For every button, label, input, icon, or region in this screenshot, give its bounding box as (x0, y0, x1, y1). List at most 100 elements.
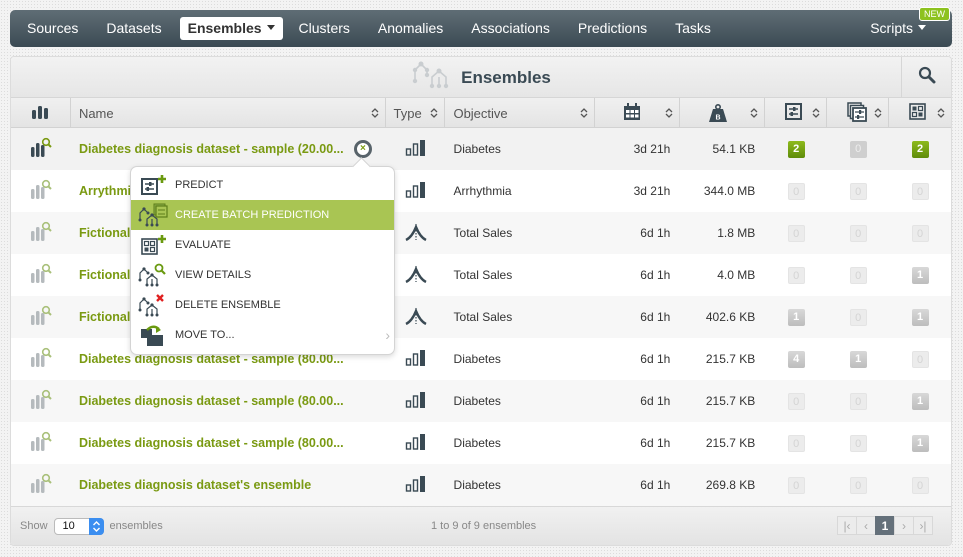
menu-item-view-details[interactable]: VIEW DETAILS (131, 260, 394, 290)
view-details-cell[interactable] (11, 128, 71, 170)
page-button-current[interactable]: 1 (875, 516, 895, 535)
batch-predictions-count-badge[interactable]: 0 (849, 308, 867, 326)
nav-ensembles[interactable]: Ensembles (179, 17, 283, 40)
age-cell: 6d 1h (640, 226, 671, 240)
view-details-cell[interactable] (11, 422, 71, 464)
menu-item-create-batch-prediction[interactable]: CREATE BATCH PREDICTION (131, 200, 394, 230)
ensemble-name-link[interactable]: Diabetes diagnosis dataset - sample (20.… (79, 142, 344, 156)
predictions-count-badge[interactable]: 0 (787, 224, 805, 242)
ensemble-name-link[interactable]: Diabetes diagnosis dataset - sample (80.… (79, 394, 344, 408)
next-page-button[interactable]: › (894, 516, 914, 535)
table-row[interactable]: Diabetes diagnosis dataset - sample (80.… (11, 422, 951, 464)
batch-predictions-count-badge[interactable]: 0 (849, 392, 867, 410)
pagination: |‹ ‹ 1 › ›| (837, 516, 933, 535)
evaluations-count-badge[interactable]: 1 (911, 266, 929, 284)
page-size-select[interactable]: 10 (53, 517, 104, 535)
regression-icon (404, 265, 427, 286)
evaluations-count-badge[interactable]: 0 (911, 182, 929, 200)
ensemble-name-link[interactable]: Fictional (79, 268, 130, 282)
nav-datasets[interactable]: Datasets (98, 17, 169, 40)
sort-icon (874, 108, 882, 118)
type-cell (386, 464, 446, 506)
type-cell (386, 422, 446, 464)
menu-item-delete-ensemble[interactable]: DELETE ENSEMBLE (131, 290, 394, 320)
batch-predictions-count-badge[interactable]: 0 (849, 140, 867, 158)
evaluations-count-badge[interactable]: 1 (911, 392, 929, 410)
evaluations-count-badge[interactable]: 1 (911, 308, 929, 326)
table-row[interactable]: Diabetes diagnosis dataset - sample (80.… (11, 380, 951, 422)
batch-predictions-count-badge[interactable]: 0 (849, 224, 867, 242)
nav-associations[interactable]: Associations (463, 17, 558, 40)
search-button[interactable] (901, 57, 951, 98)
prediction-icon (785, 103, 803, 123)
view-details-cell[interactable] (11, 380, 71, 422)
ensemble-name-link[interactable]: Diabetes diagnosis dataset's ensemble (79, 478, 311, 492)
column-header-name[interactable]: Name (71, 98, 386, 128)
column-header-objective[interactable]: Objective (445, 98, 596, 128)
predictions-count-badge[interactable]: 0 (787, 434, 805, 452)
classification-details-icon (30, 431, 52, 456)
nav-predictions[interactable]: Predictions (570, 17, 655, 40)
menu-item-predict[interactable]: PREDICT (131, 170, 394, 200)
ensemble-name-link[interactable]: Diabetes diagnosis dataset - sample (80.… (79, 436, 344, 450)
evaluations-count-badge[interactable]: 0 (911, 224, 929, 242)
column-header-age[interactable] (595, 98, 681, 128)
predictions-count-badge[interactable]: 1 (787, 308, 805, 326)
batch-predictions-count-badge[interactable]: 0 (849, 266, 867, 284)
view-details-cell[interactable] (11, 212, 71, 254)
view-details-cell[interactable] (11, 170, 71, 212)
predictions-count-badge[interactable]: 0 (787, 266, 805, 284)
view-details-cell[interactable] (11, 254, 71, 296)
column-header-evaluations[interactable] (889, 98, 951, 128)
chevron-down-icon (918, 24, 926, 30)
view-details-cell[interactable] (11, 338, 71, 380)
evaluate-icon (131, 230, 175, 260)
evaluations-count-badge[interactable]: 1 (911, 434, 929, 452)
classification-details-icon (30, 221, 52, 246)
predictions-count-badge[interactable]: 0 (787, 476, 805, 494)
nav-clusters[interactable]: Clusters (291, 17, 358, 40)
batch-predictions-count-badge[interactable]: 0 (849, 476, 867, 494)
predictions-count-badge[interactable]: 2 (787, 140, 805, 158)
view-details-cell[interactable] (11, 296, 71, 338)
batch-predictions-cell: 0 (827, 296, 889, 338)
classification-icon (405, 139, 427, 160)
menu-item-label: DELETE ENSEMBLE (175, 299, 281, 311)
table-row[interactable]: Diabetes diagnosis dataset - sample (20.… (11, 128, 951, 170)
ensemble-name-link[interactable]: Fictional (79, 226, 130, 240)
batch-predictions-count-badge[interactable]: 0 (849, 182, 867, 200)
evaluations-count-badge[interactable]: 0 (911, 350, 929, 368)
predictions-cell: 0 (765, 464, 827, 506)
predictions-count-badge[interactable]: 0 (787, 182, 805, 200)
menu-item-move-to[interactable]: MOVE TO... › (131, 320, 394, 350)
column-header-type[interactable]: Type (386, 98, 446, 128)
predictions-count-badge[interactable]: 4 (787, 350, 805, 368)
column-header-predictions[interactable] (765, 98, 828, 128)
first-page-button[interactable]: |‹ (837, 516, 857, 535)
column-header-type-icon[interactable] (11, 98, 71, 128)
view-details-cell[interactable] (11, 464, 71, 506)
evaluations-count-badge[interactable]: 0 (911, 476, 929, 494)
menu-item-evaluate[interactable]: EVALUATE (131, 230, 394, 260)
last-page-button[interactable]: ›| (913, 516, 933, 535)
batch-predictions-count-badge[interactable]: 1 (849, 350, 867, 368)
nav-anomalies[interactable]: Anomalies (370, 17, 451, 40)
batch-predictions-count-badge[interactable]: 0 (849, 434, 867, 452)
predictions-count-badge[interactable]: 0 (787, 392, 805, 410)
predictions-cell: 0 (765, 254, 827, 296)
close-menu-button[interactable]: × (353, 140, 372, 158)
column-header-size[interactable]: B (680, 98, 766, 128)
age-cell: 6d 1h (640, 436, 671, 450)
sort-icon (750, 108, 758, 118)
size-cell: 402.6 KB (705, 310, 756, 324)
classification-details-icon (30, 389, 52, 414)
evaluations-cell: 1 (889, 254, 951, 296)
previous-page-button[interactable]: ‹ (856, 516, 876, 535)
nav-tasks[interactable]: Tasks (667, 17, 719, 40)
evaluations-count-badge[interactable]: 2 (911, 140, 929, 158)
age-cell: 6d 1h (640, 394, 671, 408)
table-row[interactable]: Diabetes diagnosis dataset's ensemble Di… (11, 464, 951, 506)
column-header-batch-predictions[interactable] (827, 98, 890, 128)
nav-sources[interactable]: Sources (19, 17, 86, 40)
ensemble-name-link[interactable]: Fictional (79, 310, 130, 324)
